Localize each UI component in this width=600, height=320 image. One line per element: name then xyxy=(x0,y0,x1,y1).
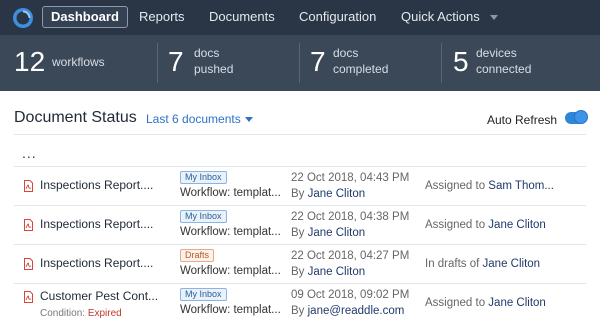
table-row[interactable]: Inspections Report.... Drafts Workflow: … xyxy=(14,244,586,283)
document-name-link[interactable]: Inspections Report.... xyxy=(40,256,158,270)
author-name: jane@readdle.com xyxy=(307,305,405,317)
assignee-name: Jane Cliton xyxy=(488,219,546,231)
table-row[interactable]: Customer Pest Cont... Condition: Expired… xyxy=(14,283,586,320)
assignee-name: Jane Cliton xyxy=(482,258,541,270)
stat-value: 7 xyxy=(310,46,326,77)
nav-quick-actions[interactable]: Quick Actions xyxy=(393,6,506,28)
document-name-link[interactable]: Inspections Report.... xyxy=(40,178,158,192)
auto-refresh-toggle[interactable] xyxy=(565,110,588,124)
assignee-name: Sam Thom... xyxy=(488,180,554,192)
author: By jane@readdle.com xyxy=(291,305,404,317)
author-prefix: By xyxy=(291,188,308,200)
stat-label-line2: completed xyxy=(333,62,389,76)
pdf-file-icon xyxy=(24,180,33,192)
toggle-knob xyxy=(574,110,588,124)
assignment-prefix: Assigned to xyxy=(425,180,489,192)
document-name-link[interactable]: Customer Pest Cont... xyxy=(40,289,158,303)
assignment: Assigned to Jane Cliton xyxy=(425,297,585,309)
workflow-name: Workflow: templat... xyxy=(180,304,281,316)
stat-docs-pushed[interactable]: 7 docs pushed xyxy=(158,35,298,91)
chevron-down-icon xyxy=(244,117,253,123)
timestamp: 22 Oct 2018, 04:38 PM xyxy=(291,211,410,223)
assignment-prefix: Assigned to xyxy=(425,297,489,309)
top-navigation: Dashboard Reports Documents Configuratio… xyxy=(0,0,600,35)
pdf-file-icon xyxy=(24,258,33,270)
workflow-name: Workflow: templat... xyxy=(180,226,281,238)
status-badge: My Inbox xyxy=(180,288,227,301)
stat-value: 7 xyxy=(168,46,184,77)
table-row[interactable]: Inspections Report.... My Inbox Workflow… xyxy=(14,205,586,244)
author: By Jane Cliton xyxy=(291,227,365,239)
table-row[interactable]: Inspections Report.... My Inbox Workflow… xyxy=(14,166,586,205)
status-badge: Drafts xyxy=(180,249,215,262)
status-badge: My Inbox xyxy=(180,210,227,223)
author-prefix: By xyxy=(291,305,308,317)
more-documents-link[interactable]: ... xyxy=(22,145,37,161)
pdf-file-icon xyxy=(24,219,33,231)
documents-filter-dropdown[interactable]: Last 6 documents xyxy=(146,112,253,126)
section-title: Document Status xyxy=(14,109,137,126)
nav-quick-actions-label: Quick Actions xyxy=(401,9,480,24)
divider xyxy=(14,134,586,135)
assignment: Assigned to Jane Cliton xyxy=(425,219,585,231)
stat-label-line2: pushed xyxy=(194,62,234,76)
assignee-name: Jane Cliton xyxy=(488,297,546,309)
author-prefix: By xyxy=(291,266,308,278)
condition-label: Condition: xyxy=(40,308,88,319)
author-name: Jane Cliton xyxy=(307,266,366,278)
status-badge: My Inbox xyxy=(180,171,227,184)
nav-dashboard[interactable]: Dashboard xyxy=(42,6,128,28)
nav-configuration[interactable]: Configuration xyxy=(291,6,384,28)
author-name: Jane Cliton xyxy=(307,227,366,239)
auto-refresh-label: Auto Refresh xyxy=(487,113,558,127)
assignment-prefix: In drafts of xyxy=(425,258,483,270)
workflow-name: Workflow: templat... xyxy=(180,265,281,277)
chevron-down-icon xyxy=(489,15,498,21)
timestamp: 22 Oct 2018, 04:43 PM xyxy=(291,172,410,184)
stat-workflows[interactable]: 12 workflows xyxy=(0,35,150,91)
stat-label-line1: devices xyxy=(476,46,517,60)
assignment-prefix: Assigned to xyxy=(425,219,489,231)
assignment: In drafts of Jane Cliton xyxy=(425,258,585,270)
stat-value: 5 xyxy=(453,46,469,77)
stat-label: workflows xyxy=(52,55,105,69)
stat-docs-completed[interactable]: 7 docs completed xyxy=(300,35,440,91)
timestamp: 22 Oct 2018, 04:27 PM xyxy=(291,250,410,262)
workflow-name: Workflow: templat... xyxy=(180,187,281,199)
stat-devices-connected[interactable]: 5 devices connected xyxy=(442,35,592,91)
condition-expired-badge: Expired xyxy=(87,308,122,319)
author-prefix: By xyxy=(291,227,308,239)
timestamp: 09 Oct 2018, 09:02 PM xyxy=(291,289,410,301)
assignment: Assigned to Sam Thom... xyxy=(425,180,585,192)
pdf-file-icon xyxy=(24,291,33,303)
author: By Jane Cliton xyxy=(291,188,365,200)
stats-bar: 12 workflows 7 docs pushed 7 docs comple… xyxy=(0,35,600,91)
author-name: Jane Cliton xyxy=(307,188,366,200)
filter-label: Last 6 documents xyxy=(146,112,241,126)
stat-label-line1: docs xyxy=(333,46,359,60)
document-condition: Condition: Expired xyxy=(40,308,122,319)
author: By Jane Cliton xyxy=(291,266,365,278)
nav-documents[interactable]: Documents xyxy=(201,6,283,28)
nav-reports[interactable]: Reports xyxy=(131,6,193,28)
stat-label-line2: connected xyxy=(476,62,532,76)
document-name-link[interactable]: Inspections Report.... xyxy=(40,217,158,231)
app-logo-icon[interactable] xyxy=(12,7,34,29)
stat-value: 12 xyxy=(14,46,46,77)
stat-label-line1: docs xyxy=(194,46,220,60)
